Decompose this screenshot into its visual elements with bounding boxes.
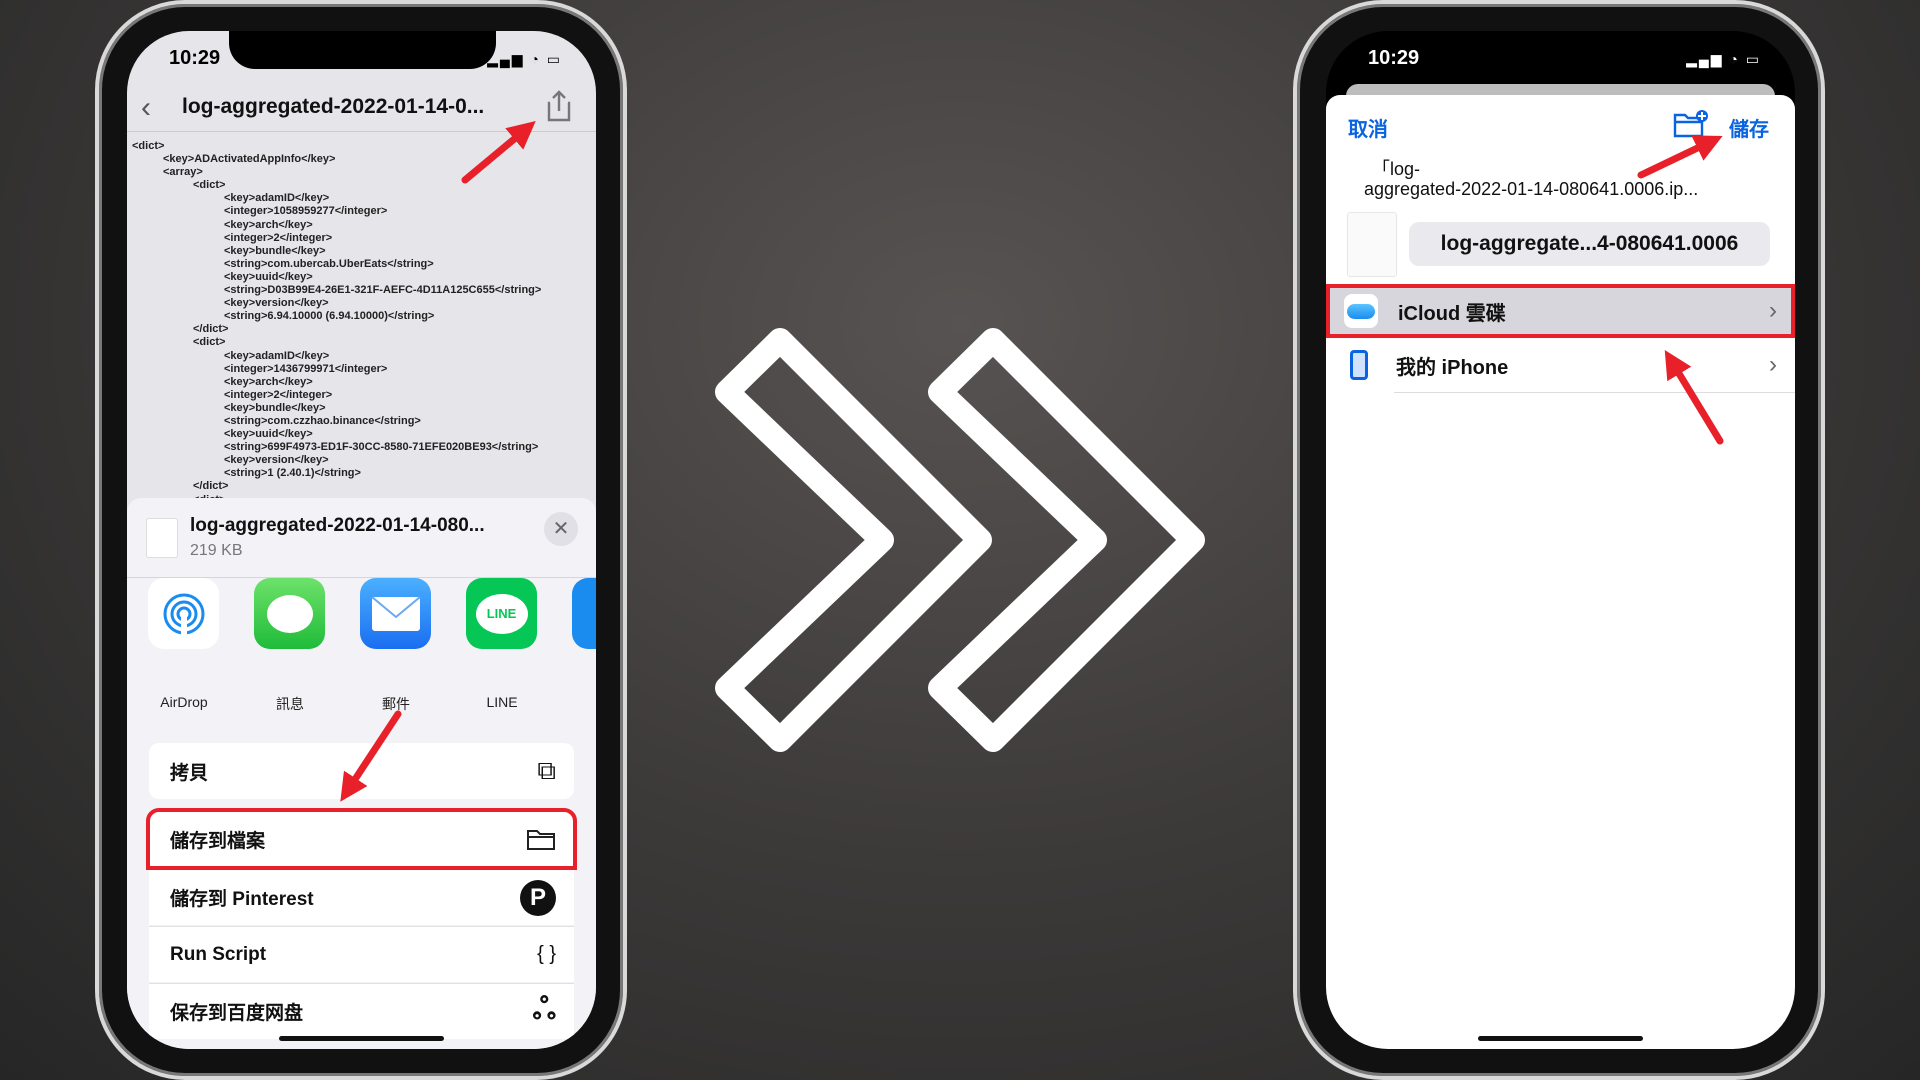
red-arrow-annotation	[461, 121, 536, 184]
annotation-arrows	[340, 121, 1724, 802]
red-arrow-annotation	[1637, 135, 1723, 179]
red-arrow-annotation	[1664, 350, 1724, 445]
action-save-to-files[interactable]: 儲存到檔案	[146, 808, 577, 870]
red-arrow-annotation	[340, 710, 402, 802]
action-label: 儲存到檔案	[170, 830, 266, 852]
folder-icon	[527, 830, 555, 850]
